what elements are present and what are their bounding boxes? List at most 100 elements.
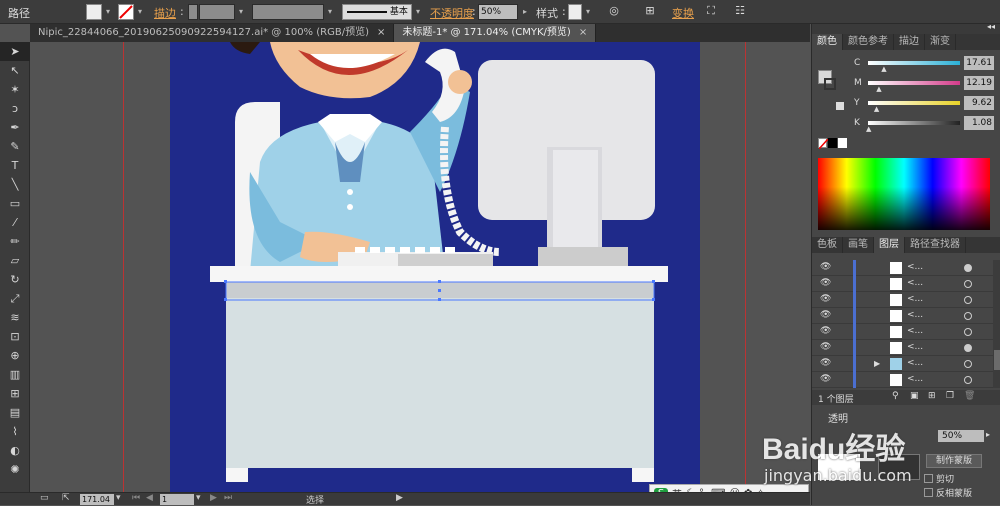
black-swatch[interactable]	[828, 138, 837, 148]
layer-name[interactable]: <...	[907, 278, 923, 288]
slider-handle-icon[interactable]: ▲	[874, 105, 879, 113]
mask-thumbnail[interactable]	[878, 454, 920, 480]
symbol-sprayer-tool-icon[interactable]: ✺	[0, 460, 30, 479]
prev-page-icon[interactable]: ◀	[146, 493, 153, 503]
tab-pathfinder[interactable]: 路径查找器	[905, 237, 966, 253]
artboard[interactable]	[170, 42, 700, 492]
slider-handle-icon[interactable]: ▲	[876, 85, 881, 93]
make-mask-button[interactable]: 制作蒙版	[926, 454, 982, 468]
brush-profile-dropdown[interactable]: ▾	[413, 4, 423, 20]
brush-profile-field[interactable]: 基本	[342, 4, 412, 20]
eraser-tool-icon[interactable]: ▱	[0, 251, 30, 270]
layer-name[interactable]: <...	[907, 294, 923, 304]
target-icon[interactable]	[964, 344, 972, 352]
channel-value-field[interactable]: 17.61	[964, 56, 994, 70]
stroke-weight-field[interactable]	[199, 4, 235, 20]
target-icon[interactable]	[964, 376, 972, 384]
opacity-field[interactable]: 50%	[478, 4, 518, 20]
transparency-opacity-field[interactable]: 50%	[938, 430, 984, 442]
stroke-weight-dropdown[interactable]: ▾	[236, 4, 246, 20]
white-swatch[interactable]	[838, 138, 847, 148]
eye-icon[interactable]: 👁	[820, 279, 832, 288]
layer-row[interactable]: 👁 ▶ <...	[812, 356, 1000, 372]
layer-name[interactable]: <...	[907, 342, 923, 352]
shape-builder-tool-icon[interactable]: ⊕	[0, 346, 30, 365]
rotate-tool-icon[interactable]: ↻	[0, 270, 30, 289]
canvas-area[interactable]: S 英 ☾ °, ⌨ ☺ ✿ ✧	[31, 42, 810, 492]
share-icon[interactable]: ⇱	[62, 493, 70, 503]
type-tool-icon[interactable]: T	[0, 156, 30, 175]
layer-row[interactable]: 👁 <...	[812, 276, 1000, 292]
target-icon[interactable]	[964, 328, 972, 336]
channel-track[interactable]	[868, 121, 960, 125]
tab-gradient[interactable]: 渐变	[925, 34, 956, 50]
pencil-tool-icon[interactable]: ✏	[0, 232, 30, 251]
gradient-tool-icon[interactable]: ▤	[0, 403, 30, 422]
layer-row[interactable]: 👁 <...	[812, 308, 1000, 324]
isolate-icon[interactable]: ⛶	[703, 4, 719, 20]
paintbrush-tool-icon[interactable]: ⁄	[0, 213, 30, 232]
target-icon[interactable]	[964, 264, 972, 272]
layer-name[interactable]: <...	[907, 310, 923, 320]
delete-icon[interactable]: 🗑	[964, 391, 975, 401]
eye-icon[interactable]: 👁	[820, 311, 832, 320]
scale-tool-icon[interactable]: ⤢	[0, 289, 30, 308]
opacity-dropdown[interactable]: ▸	[986, 430, 990, 439]
expand-arrow-icon[interactable]: ▶	[874, 359, 880, 368]
layer-row[interactable]: 👁 <...	[812, 292, 1000, 308]
close-icon[interactable]: ×	[377, 27, 385, 38]
eye-icon[interactable]: 👁	[820, 327, 832, 336]
channel-value-field[interactable]: 1.08	[964, 116, 994, 130]
variable-width-field[interactable]	[252, 4, 324, 20]
layers-scrollbar[interactable]	[993, 260, 1000, 388]
target-icon[interactable]	[964, 360, 972, 368]
page-dropdown[interactable]: ▾	[196, 493, 201, 503]
target-icon[interactable]	[964, 280, 972, 288]
stroke-swatch[interactable]	[118, 4, 134, 20]
recolor-icon[interactable]: ◎	[606, 4, 622, 20]
scroll-thumb[interactable]	[994, 350, 1000, 370]
layer-name[interactable]: <...	[907, 358, 923, 368]
line-tool-icon[interactable]: ╲	[0, 175, 30, 194]
transform-link[interactable]: 变换	[672, 5, 694, 21]
target-icon[interactable]	[964, 312, 972, 320]
zoom-field[interactable]: 171.04	[80, 494, 114, 505]
magic-wand-tool-icon[interactable]: ✶	[0, 80, 30, 99]
fill-swatch[interactable]	[86, 4, 102, 20]
none-swatch[interactable]	[818, 138, 829, 150]
tab-document-1[interactable]: Nipic_22844066_20190625090922594127.ai* …	[30, 24, 395, 42]
style-dropdown[interactable]: ▾	[583, 4, 593, 20]
pen-tool-icon[interactable]: ✒	[0, 118, 30, 137]
stroke-label[interactable]: 描边	[154, 5, 176, 21]
opacity-label[interactable]: 不透明度	[430, 5, 474, 21]
tab-swatches[interactable]: 色板	[812, 237, 843, 253]
tab-layers[interactable]: 图层	[874, 237, 905, 253]
curvature-tool-icon[interactable]: ✎	[0, 137, 30, 156]
lasso-tool-icon[interactable]: ↄ	[0, 99, 30, 118]
channel-value-field[interactable]: 12.19	[964, 76, 994, 90]
out-of-gamut-icon[interactable]	[836, 102, 844, 110]
options-menu-icon[interactable]: ☷	[730, 4, 750, 20]
first-page-icon[interactable]: ⏮	[132, 493, 140, 503]
page-field[interactable]: 1	[160, 494, 194, 505]
eye-icon[interactable]: 👁	[820, 375, 832, 384]
eyedropper-tool-icon[interactable]: ⌇	[0, 422, 30, 441]
stroke-dropdown[interactable]: ▾	[135, 4, 145, 20]
collapse-icon[interactable]: ◂◂	[987, 22, 995, 31]
fill-dropdown[interactable]: ▾	[103, 4, 113, 20]
stroke-color-box[interactable]	[824, 78, 836, 90]
opacity-dropdown[interactable]: ▸	[520, 4, 530, 20]
rectangle-tool-icon[interactable]: ▭	[0, 194, 30, 213]
object-thumbnail[interactable]	[818, 454, 860, 480]
channel-k-slider[interactable]: K ▲ 1.08	[852, 116, 997, 133]
locate-object-icon[interactable]: ⚲	[892, 391, 899, 401]
tab-color-guide[interactable]: 颜色参考	[843, 34, 894, 50]
slider-handle-icon[interactable]: ▲	[881, 65, 886, 73]
tab-document-2[interactable]: 未标题-1* @ 171.04% (CMYK/预览) ×	[394, 24, 597, 42]
status-arrow-icon[interactable]: ▶	[396, 493, 403, 503]
channel-m-slider[interactable]: M ▲ 12.19	[852, 76, 997, 93]
free-transform-tool-icon[interactable]: ⊡	[0, 327, 30, 346]
invert-mask-checkbox[interactable]	[924, 488, 933, 497]
last-page-icon[interactable]: ⏭	[224, 493, 232, 503]
target-icon[interactable]	[964, 296, 972, 304]
